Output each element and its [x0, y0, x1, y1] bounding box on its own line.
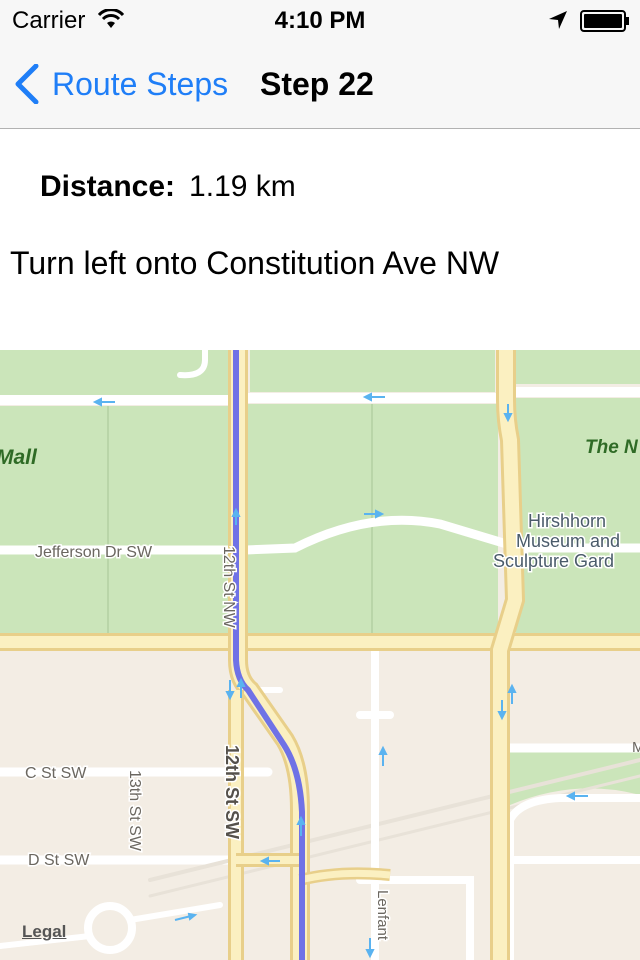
map-label-mall: Mall	[0, 446, 38, 469]
map-label-m-edge: M	[632, 739, 640, 756]
page-title: Step 22	[260, 66, 374, 102]
distance-label: Distance:	[40, 170, 176, 203]
map-label-lenfant: Lenfant	[374, 890, 391, 941]
clock-time: 4:10 PM	[274, 7, 366, 34]
chevron-left-icon	[15, 64, 39, 104]
back-button[interactable]: Route Steps	[14, 64, 228, 104]
map-label-c-st-sw: C St SW	[25, 765, 87, 782]
route-map[interactable]: Mall The N Jefferson Dr SW 12th St NW 12…	[0, 350, 640, 960]
battery-icon	[580, 10, 629, 32]
location-arrow-icon	[549, 11, 567, 29]
map-label-hirshhorn-2: Museum and	[516, 531, 620, 551]
distance-value: 1.19 km	[189, 170, 296, 203]
back-button-label: Route Steps	[52, 65, 229, 102]
map-label-jefferson-dr: Jefferson Dr SW	[35, 544, 153, 561]
map-label-d-st-sw: D St SW	[28, 852, 90, 869]
map-label-hirshhorn-1: Hirshhorn	[528, 511, 606, 531]
map-label-the-n: The N	[585, 437, 639, 458]
map-label-12th-st-nw: 12th St NW	[220, 546, 237, 629]
map-label-13th-st-sw: 13th St SW	[126, 770, 143, 852]
map-canvas[interactable]: Mall The N Jefferson Dr SW 12th St NW 12…	[0, 350, 640, 960]
status-bar: Carrier 4:10 PM	[0, 0, 640, 40]
map-label-12th-st-sw: 12th St SW	[222, 745, 242, 839]
map-label-hirshhorn-3: Sculpture Gard	[493, 551, 614, 571]
distance-row: Distance: 1.19 km	[40, 170, 296, 204]
step-instruction: Turn left onto Constitution Ave NW	[10, 245, 500, 281]
legal-link[interactable]: Legal	[22, 922, 66, 942]
navigation-bar: Route Steps Step 22	[0, 40, 640, 129]
